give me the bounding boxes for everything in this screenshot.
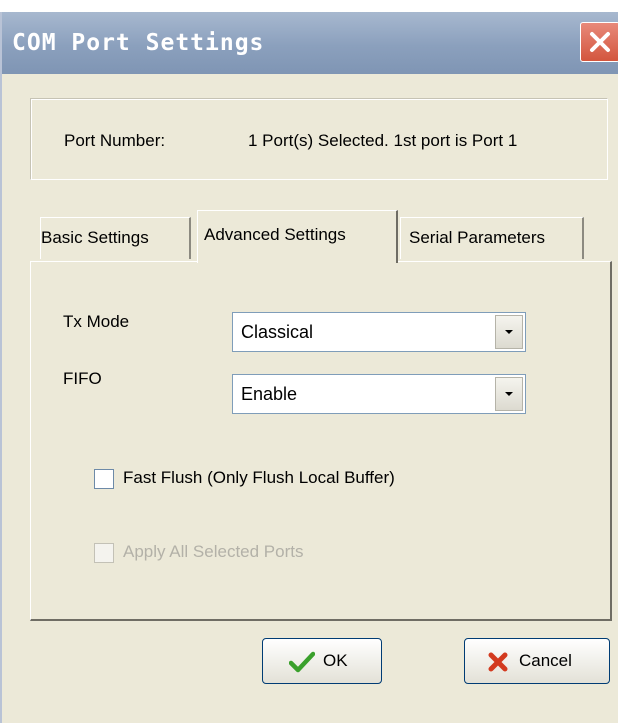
cancel-button[interactable]: Cancel [464,638,610,684]
port-number-value: 1 Port(s) Selected. 1st port is Port 1 [248,131,518,150]
title-bar[interactable]: COM Port Settings [2,12,618,74]
check-icon [289,651,315,673]
apply-all-label[interactable]: Apply All Selected Ports [123,542,303,562]
tx-mode-select[interactable]: Classical [232,312,526,352]
tab-serial-parameters[interactable]: Serial Parameters [400,217,584,259]
cancel-label: Cancel [519,651,572,670]
tab-advanced-settings[interactable]: Advanced Settings [197,210,398,263]
fifo-select[interactable]: Enable [232,374,526,414]
ok-label: OK [323,651,348,670]
x-icon [488,652,508,672]
close-button[interactable] [580,22,618,62]
tab-label: Advanced Settings [204,225,346,244]
close-icon [590,32,610,52]
tab-label: Basic Settings [41,228,149,247]
ok-button[interactable]: OK [262,638,382,684]
port-number-label: Port Number: [64,131,166,150]
fifo-dropdown-button[interactable] [495,377,523,411]
tab-label: Serial Parameters [409,228,546,247]
tx-mode-value: Classical [241,322,314,342]
tx-mode-label: Tx Mode [63,312,130,331]
window-title: COM Port Settings [12,30,265,56]
tab-basic-settings[interactable]: Basic Settings [40,217,191,259]
apply-all-checkbox[interactable] [94,543,114,563]
fast-flush-label[interactable]: Fast Flush (Only Flush Local Buffer) [123,468,395,488]
com-port-settings-dialog: COM Port Settings Port Number: 1 Port(s)… [0,12,618,723]
port-number-group: Port Number: 1 Port(s) Selected. 1st por… [30,98,608,180]
chevron-down-icon [505,392,513,396]
tx-mode-dropdown-button[interactable] [495,315,523,349]
fifo-label: FIFO [63,369,102,388]
fast-flush-checkbox[interactable] [94,469,114,489]
fifo-value: Enable [241,384,298,404]
chevron-down-icon [505,330,513,334]
